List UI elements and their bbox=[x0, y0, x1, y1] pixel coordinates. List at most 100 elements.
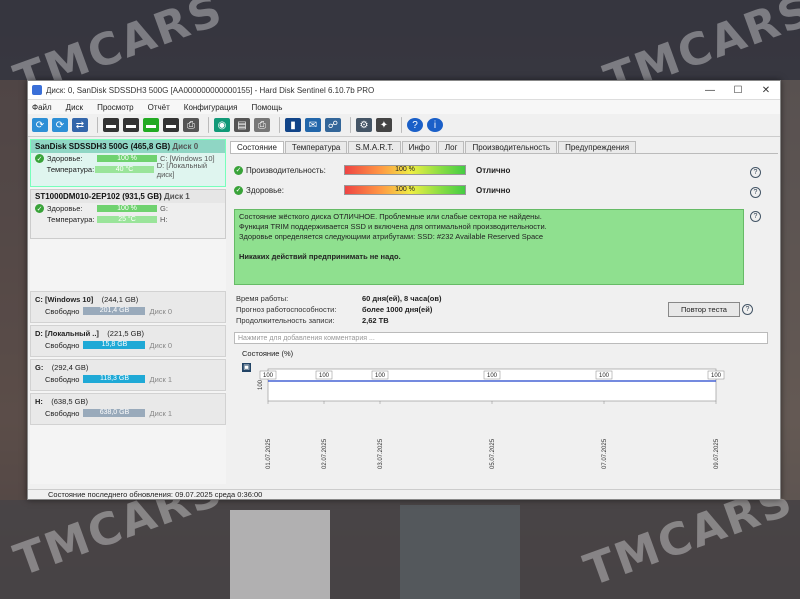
volume-name: D: [Локальный ..] bbox=[35, 328, 99, 338]
mail-icon[interactable]: ✉ bbox=[305, 118, 321, 132]
uptime-value: 60 дня(ей), 8 часа(ов) bbox=[362, 294, 442, 303]
disk-size: (931,5 GB) bbox=[122, 192, 162, 201]
close-button[interactable]: ✕ bbox=[752, 85, 780, 96]
written-label: Продолжительность записи: bbox=[236, 316, 335, 325]
disk-header: ST1000DM010-2EP102 (931,5 GB) Диск 1 bbox=[31, 190, 225, 203]
volume-name: C: [Windows 10] bbox=[35, 294, 94, 304]
print-icon[interactable]: ⎙ bbox=[183, 118, 199, 132]
disk-ok-icon[interactable]: ▬ bbox=[143, 118, 159, 132]
menu-report[interactable]: Отчёт bbox=[148, 103, 170, 112]
menu-config[interactable]: Конфигурация bbox=[184, 103, 238, 112]
tools-icon[interactable]: ✦ bbox=[376, 118, 392, 132]
disk-name: SanDisk SDSSDH3 500G bbox=[35, 142, 129, 151]
globe-icon[interactable]: ◉ bbox=[214, 118, 230, 132]
volume-item-c[interactable]: C: [Windows 10] (244,1 GB) Свободно 201,4… bbox=[30, 291, 226, 323]
disk-name: ST1000DM010-2EP102 bbox=[35, 192, 120, 201]
tab-temperature[interactable]: Температура bbox=[284, 141, 348, 153]
performance-text: Отлично bbox=[476, 165, 511, 175]
health-value: 100 % bbox=[395, 186, 415, 193]
info-icon[interactable]: i bbox=[427, 118, 443, 132]
temp-bar: 40 °C bbox=[95, 166, 154, 173]
notebook-icon[interactable]: ▮ bbox=[285, 118, 301, 132]
save-report-icon[interactable]: ▤ bbox=[234, 118, 250, 132]
x-tick-label: 07.07.2025 bbox=[602, 438, 608, 469]
toolbar: ⟳ ⟳ ⇄ ▬ ▬ ▬ ▬ ⎙ ◉ ▤ ⎙ ▮ ✉ ☍ ⚙ ✦ ? i bbox=[28, 114, 780, 137]
help-icon[interactable]: ? bbox=[750, 211, 761, 222]
data-label: 100 bbox=[487, 373, 498, 379]
tab-bar: Состояние Температура S.M.A.R.T. Инфо Ло… bbox=[230, 139, 778, 154]
performance-bar: 100 % bbox=[344, 165, 466, 175]
help-icon[interactable]: ? bbox=[750, 167, 761, 178]
menu-view[interactable]: Просмотр bbox=[97, 103, 134, 112]
menu-file[interactable]: Файл bbox=[32, 103, 52, 112]
menu-disk[interactable]: Диск bbox=[66, 103, 83, 112]
free-label: Свободно bbox=[45, 374, 80, 384]
health-text: Отлично bbox=[476, 185, 511, 195]
sync-icon[interactable]: ⇄ bbox=[72, 118, 88, 132]
x-tick-label: 05.07.2025 bbox=[490, 438, 496, 469]
settings-icon[interactable]: ⚙ bbox=[356, 118, 372, 132]
comment-input[interactable]: Нажмите для добавления комментария ... bbox=[234, 332, 768, 344]
uptime-label: Время работы: bbox=[236, 294, 289, 303]
temp-bar: 25 °C bbox=[97, 216, 157, 223]
refresh-icon[interactable]: ⟳ bbox=[32, 118, 48, 132]
tab-info[interactable]: Инфо bbox=[401, 141, 437, 153]
tab-status[interactable]: Состояние bbox=[230, 141, 284, 153]
volume-size: (244,1 GB) bbox=[101, 294, 139, 304]
disk-check-icon[interactable]: ▬ bbox=[123, 118, 139, 132]
free-label: Свободно bbox=[45, 408, 80, 418]
maximize-button[interactable]: ☐ bbox=[724, 85, 752, 96]
toolbar-separator bbox=[279, 117, 280, 133]
tab-log[interactable]: Лог bbox=[437, 141, 465, 153]
disk-test-icon[interactable]: ▬ bbox=[103, 118, 119, 132]
free-label: Свободно bbox=[45, 340, 80, 350]
app-window: Диск: 0, SanDisk SDSSDH3 500G [AA0000000… bbox=[27, 80, 781, 500]
volume-item-d[interactable]: D: [Локальный ..] (221,5 GB) Свободно 15,… bbox=[30, 325, 226, 357]
tab-smart[interactable]: S.M.A.R.T. bbox=[348, 141, 401, 153]
disk-index: Диск 0 bbox=[172, 142, 199, 151]
free-label: Свободно bbox=[45, 306, 80, 316]
volume-disk: Диск 1 bbox=[149, 408, 173, 418]
status-bar: Состояние последнего обновления: 09.07.2… bbox=[28, 489, 780, 499]
message-line: Состояние жёсткого диска ОТЛИЧНОЕ. Пробл… bbox=[239, 212, 542, 221]
message-action: Никаких действий предпринимать не надо. bbox=[239, 252, 401, 261]
x-tick-label: 09.07.2025 bbox=[714, 438, 720, 469]
window-title: Диск: 0, SanDisk SDSSDH3 500G [AA0000000… bbox=[46, 85, 375, 95]
health-row: ✓ Здоровье: 100 % Отлично bbox=[234, 185, 510, 195]
status-message-box: Состояние жёсткого диска ОТЛИЧНОЕ. Пробл… bbox=[234, 209, 744, 285]
partition-label: H: bbox=[160, 215, 168, 224]
help-icon[interactable]: ? bbox=[750, 187, 761, 198]
help-icon[interactable]: ? bbox=[407, 118, 423, 132]
toolbar-separator bbox=[208, 117, 209, 133]
disk-item-1[interactable]: ST1000DM010-2EP102 (931,5 GB) Диск 1 ✓ З… bbox=[30, 189, 226, 239]
minimize-button[interactable]: — bbox=[696, 85, 724, 96]
partition-label: G: bbox=[160, 204, 168, 213]
free-bar: 15,8 GB bbox=[83, 341, 146, 349]
volume-item-h[interactable]: H: (638,5 GB) Свободно 638,0 GB Диск 1 bbox=[30, 393, 226, 425]
volume-item-g[interactable]: G: (292,4 GB) Свободно 118,3 GB Диск 1 bbox=[30, 359, 226, 391]
health-bar: 100 % bbox=[97, 155, 157, 162]
message-line: Функция TRIM поддерживается SSD и включе… bbox=[239, 222, 547, 231]
disk-surface-icon[interactable]: ▬ bbox=[163, 118, 179, 132]
uptime-row: Время работы: 60 дня(ей), 8 часа(ов) bbox=[236, 294, 441, 303]
volume-size: (638,5 GB) bbox=[51, 396, 88, 406]
network-icon[interactable]: ☍ bbox=[325, 118, 341, 132]
data-label: 100 bbox=[711, 373, 722, 379]
retest-button[interactable]: Повтор теста bbox=[668, 302, 740, 317]
tab-performance[interactable]: Производительность bbox=[465, 141, 558, 153]
volume-size: (292,4 GB) bbox=[51, 362, 89, 372]
tab-alerts[interactable]: Предупреждения bbox=[558, 141, 637, 153]
x-tick-label: 03.07.2025 bbox=[378, 438, 384, 469]
menu-help[interactable]: Помощь bbox=[251, 103, 282, 112]
refresh-all-icon[interactable]: ⟳ bbox=[52, 118, 68, 132]
check-icon: ✓ bbox=[35, 204, 44, 213]
printer-icon[interactable]: ⎙ bbox=[254, 118, 270, 132]
help-icon[interactable]: ? bbox=[742, 304, 753, 315]
status-panel: Состояние Температура S.M.A.R.T. Инфо Ло… bbox=[230, 139, 778, 484]
data-label: 100 bbox=[263, 373, 274, 379]
disk-index: Диск 1 bbox=[164, 192, 190, 201]
forecast-row: Прогноз работоспособности: более 1000 дн… bbox=[236, 305, 432, 314]
volume-name: G: bbox=[35, 362, 44, 372]
volume-disk: Диск 1 bbox=[149, 374, 173, 384]
disk-item-0[interactable]: SanDisk SDSSDH3 500G (465,8 GB) Диск 0 ✓… bbox=[30, 139, 226, 187]
